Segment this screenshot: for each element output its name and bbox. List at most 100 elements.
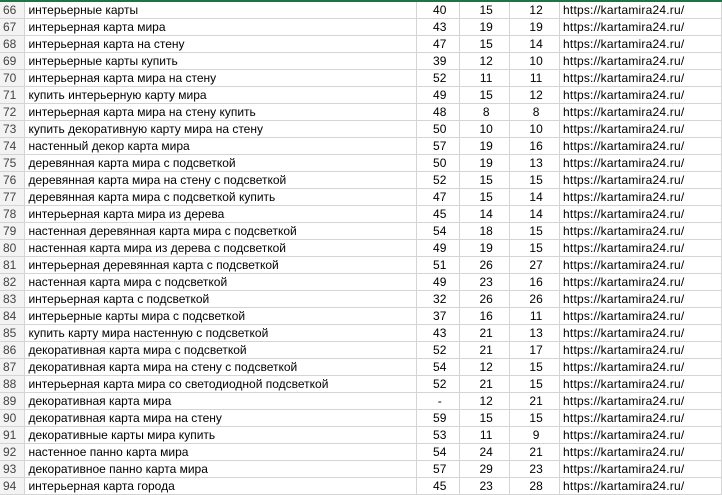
- metric-a-cell[interactable]: 48: [416, 103, 461, 121]
- keyword-cell[interactable]: интерьерная карта на стену: [24, 35, 418, 53]
- metric-b-cell[interactable]: 12: [459, 358, 511, 376]
- metric-a-cell[interactable]: 50: [416, 120, 461, 138]
- keyword-cell[interactable]: декоративное панно карта мира: [24, 460, 418, 478]
- metric-c-cell[interactable]: 21: [509, 443, 561, 461]
- metric-c-cell[interactable]: 15: [509, 171, 561, 189]
- row-number[interactable]: 93: [0, 460, 26, 478]
- metric-b-cell[interactable]: 15: [459, 188, 511, 206]
- metric-a-cell[interactable]: 43: [416, 18, 461, 36]
- row-number[interactable]: 66: [0, 2, 26, 19]
- row-number[interactable]: 90: [0, 409, 26, 427]
- url-cell[interactable]: https://kartamira24.ru/: [559, 239, 722, 257]
- url-cell[interactable]: https://kartamira24.ru/: [559, 18, 722, 36]
- row-number[interactable]: 78: [0, 205, 26, 223]
- url-cell[interactable]: https://kartamira24.ru/: [559, 324, 722, 342]
- metric-b-cell[interactable]: 21: [459, 324, 511, 342]
- url-cell[interactable]: https://kartamira24.ru/: [559, 103, 722, 121]
- url-cell[interactable]: https://kartamira24.ru/: [559, 392, 722, 410]
- url-cell[interactable]: https://kartamira24.ru/: [559, 52, 722, 70]
- row-number[interactable]: 88: [0, 375, 26, 393]
- keyword-cell[interactable]: интерьерные карты: [24, 2, 418, 19]
- metric-a-cell[interactable]: 59: [416, 409, 461, 427]
- metric-a-cell[interactable]: 49: [416, 86, 461, 104]
- metric-c-cell[interactable]: 15: [509, 239, 561, 257]
- row-number[interactable]: 68: [0, 35, 26, 53]
- url-cell[interactable]: https://kartamira24.ru/: [559, 375, 722, 393]
- metric-a-cell[interactable]: 40: [416, 2, 461, 19]
- metric-a-cell[interactable]: 39: [416, 52, 461, 70]
- metric-b-cell[interactable]: 8: [459, 103, 511, 121]
- metric-c-cell[interactable]: 11: [509, 69, 561, 87]
- metric-b-cell[interactable]: 12: [459, 52, 511, 70]
- metric-a-cell[interactable]: 51: [416, 256, 461, 274]
- metric-b-cell[interactable]: 19: [459, 239, 511, 257]
- metric-a-cell[interactable]: 45: [416, 205, 461, 223]
- row-number[interactable]: 92: [0, 443, 26, 461]
- row-number[interactable]: 72: [0, 103, 26, 121]
- metric-a-cell[interactable]: 37: [416, 307, 461, 325]
- metric-b-cell[interactable]: 21: [459, 341, 511, 359]
- metric-c-cell[interactable]: 17: [509, 341, 561, 359]
- keyword-cell[interactable]: настенное панно карта мира: [24, 443, 418, 461]
- metric-a-cell[interactable]: 54: [416, 358, 461, 376]
- metric-a-cell[interactable]: 49: [416, 273, 461, 291]
- metric-a-cell[interactable]: 32: [416, 290, 461, 308]
- keyword-cell[interactable]: деревянная карта мира на стену с подсвет…: [24, 171, 418, 189]
- metric-c-cell[interactable]: 15: [509, 375, 561, 393]
- keyword-cell[interactable]: настенная карта мира с подсветкой: [24, 273, 418, 291]
- metric-b-cell[interactable]: 19: [459, 18, 511, 36]
- row-number[interactable]: 80: [0, 239, 26, 257]
- keyword-cell[interactable]: интерьерная карта мира со светодиодной п…: [24, 375, 418, 393]
- metric-b-cell[interactable]: 15: [459, 86, 511, 104]
- keyword-cell[interactable]: интерьерная карта мира: [24, 18, 418, 36]
- metric-c-cell[interactable]: 21: [509, 392, 561, 410]
- url-cell[interactable]: https://kartamira24.ru/: [559, 460, 722, 478]
- url-cell[interactable]: https://kartamira24.ru/: [559, 256, 722, 274]
- keyword-cell[interactable]: интерьерные карты мира с подсветкой: [24, 307, 418, 325]
- metric-c-cell[interactable]: 14: [509, 188, 561, 206]
- row-number[interactable]: 79: [0, 222, 26, 240]
- keyword-cell[interactable]: интерьерная карта мира из дерева: [24, 205, 418, 223]
- metric-a-cell[interactable]: 50: [416, 154, 461, 172]
- url-cell[interactable]: https://kartamira24.ru/: [559, 307, 722, 325]
- keyword-cell[interactable]: декоративная карта мира: [24, 392, 418, 410]
- metric-b-cell[interactable]: 24: [459, 443, 511, 461]
- metric-b-cell[interactable]: 15: [459, 35, 511, 53]
- metric-a-cell[interactable]: 57: [416, 137, 461, 155]
- keyword-cell[interactable]: купить интерьерную карту мира: [24, 86, 418, 104]
- metric-c-cell[interactable]: 14: [509, 35, 561, 53]
- metric-a-cell[interactable]: 54: [416, 222, 461, 240]
- keyword-cell[interactable]: декоративная карта мира с подсветкой: [24, 341, 418, 359]
- row-number[interactable]: 71: [0, 86, 26, 104]
- metric-c-cell[interactable]: 13: [509, 154, 561, 172]
- metric-a-cell[interactable]: 57: [416, 460, 461, 478]
- row-number[interactable]: 81: [0, 256, 26, 274]
- url-cell[interactable]: https://kartamira24.ru/: [559, 273, 722, 291]
- url-cell[interactable]: https://kartamira24.ru/: [559, 2, 722, 19]
- keyword-cell[interactable]: декоративные карты мира купить: [24, 426, 418, 444]
- keyword-cell[interactable]: интерьерная карта мира на стену: [24, 69, 418, 87]
- row-number[interactable]: 74: [0, 137, 26, 155]
- row-number[interactable]: 85: [0, 324, 26, 342]
- url-cell[interactable]: https://kartamira24.ru/: [559, 290, 722, 308]
- metric-a-cell[interactable]: 52: [416, 341, 461, 359]
- row-number[interactable]: 67: [0, 18, 26, 36]
- keyword-cell[interactable]: интерьерная карта мира на стену купить: [24, 103, 418, 121]
- metric-a-cell[interactable]: 47: [416, 35, 461, 53]
- metric-c-cell[interactable]: 10: [509, 52, 561, 70]
- metric-c-cell[interactable]: 15: [509, 222, 561, 240]
- keyword-cell[interactable]: декоративная карта мира на стену: [24, 409, 418, 427]
- metric-c-cell[interactable]: 15: [509, 358, 561, 376]
- url-cell[interactable]: https://kartamira24.ru/: [559, 69, 722, 87]
- row-number[interactable]: 89: [0, 392, 26, 410]
- metric-c-cell[interactable]: 19: [509, 18, 561, 36]
- metric-c-cell[interactable]: 11: [509, 307, 561, 325]
- metric-c-cell[interactable]: 9: [509, 426, 561, 444]
- metric-b-cell[interactable]: 19: [459, 154, 511, 172]
- metric-a-cell[interactable]: -: [416, 392, 461, 410]
- keyword-cell[interactable]: деревянная карта мира с подсветкой купит…: [24, 188, 418, 206]
- metric-c-cell[interactable]: 12: [509, 2, 561, 19]
- url-cell[interactable]: https://kartamira24.ru/: [559, 86, 722, 104]
- row-number[interactable]: 87: [0, 358, 26, 376]
- keyword-cell[interactable]: настенная карта мира из дерева с подсвет…: [24, 239, 418, 257]
